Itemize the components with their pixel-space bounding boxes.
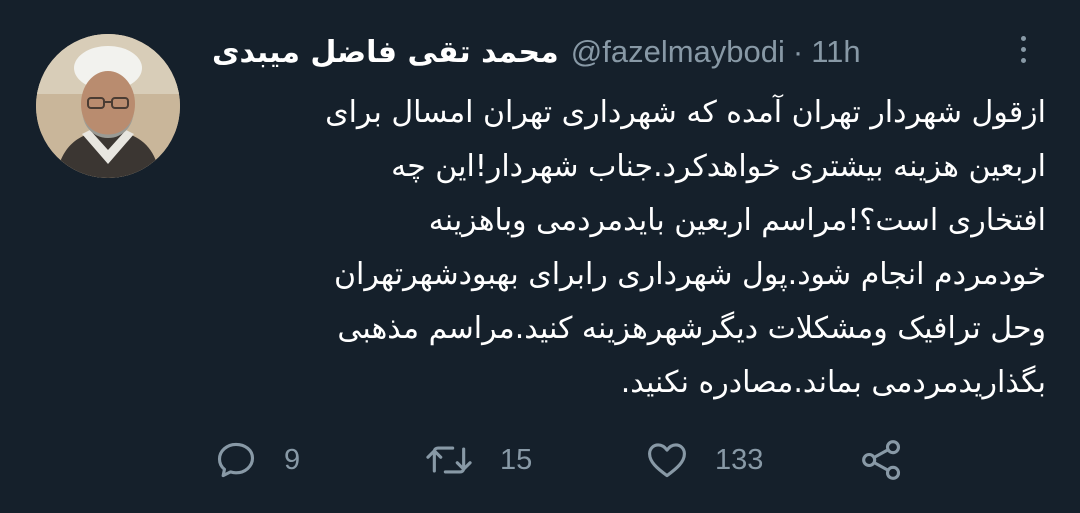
share-button[interactable] <box>858 432 906 488</box>
reply-count: 9 <box>284 443 301 476</box>
tweet-timestamp[interactable]: 11h <box>811 34 860 70</box>
avatar[interactable] <box>36 34 180 178</box>
share-icon <box>862 440 901 480</box>
heart-icon <box>648 443 686 478</box>
retweet-icon <box>426 446 472 474</box>
reply-icon <box>217 442 255 478</box>
more-dot <box>1020 36 1026 41</box>
tweet-header: محمد تقی فاضل میبدی @fazelmaybodi · 11h <box>212 28 952 76</box>
retweet-button[interactable]: 15 <box>424 432 532 488</box>
more-dot <box>1020 47 1026 52</box>
tweet-text-line: اربعین هزینه بیشتری خواهدکرد.جناب شهردار… <box>391 149 1046 184</box>
retweet-count: 15 <box>500 443 533 476</box>
tweet-text: ازقول شهردار تهران آمده که شهرداری تهران… <box>212 86 1046 410</box>
tweet-text-line: ازقول شهردار تهران آمده که شهرداری تهران… <box>325 95 1046 130</box>
author-handle[interactable]: @fazelmaybodi <box>571 34 785 70</box>
tweet-text-line: خودمردم انجام شود.پول شهرداری رابرای بهب… <box>333 257 1046 292</box>
author-display-name[interactable]: محمد تقی فاضل میبدی <box>212 35 559 70</box>
tweet[interactable]: محمد تقی فاضل میبدی @fazelmaybodi · 11h … <box>0 0 1080 513</box>
more-options-icon[interactable] <box>1013 36 1033 72</box>
reply-button[interactable]: 9 <box>214 432 300 488</box>
tweet-text-line: افتخاری است؟!مراسم اربعین بایدمردمی وباه… <box>428 203 1046 238</box>
tweet-actions: 9 15 133 <box>0 432 1080 488</box>
like-count: 133 <box>715 443 764 476</box>
tweet-text-line: وحل ترافیک ومشکلات دیگرشهرهزینه کنید.مرا… <box>337 311 1046 346</box>
separator-dot: · <box>792 34 804 69</box>
more-dot <box>1020 58 1026 63</box>
like-button[interactable]: 133 <box>645 432 763 488</box>
avatar-image <box>36 34 180 178</box>
tweet-text-line: بگذاریدمردمی بماند.مصادره نکنید. <box>620 365 1046 400</box>
